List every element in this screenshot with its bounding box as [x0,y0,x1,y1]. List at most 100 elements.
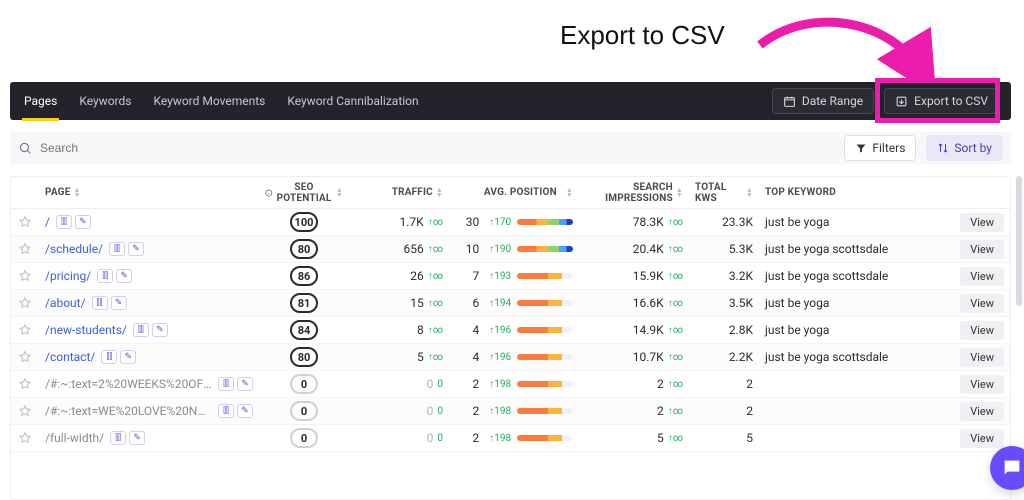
table-row: /full-width/⫿⫿✎0002↑1985↑∞5View [11,425,1010,452]
edit-icon[interactable]: ✎ [120,350,136,364]
position-bar [517,327,573,333]
impr-trend: ↑∞ [668,244,683,255]
th-page[interactable]: PAGE▲▼ [39,187,259,198]
edit-icon[interactable]: ✎ [111,296,127,310]
th-total-kws[interactable]: TOTAL KWS▲▼ [689,182,759,204]
star-cell[interactable] [11,296,39,310]
th-traffic[interactable]: TRAFFIC▲▼ [349,187,449,198]
page-link[interactable]: /contact/ [45,350,95,364]
page-link[interactable]: /new-students/ [45,323,127,337]
seo-potential-ring: 100 [290,212,318,232]
page-cell: /about/ ⫿⫿✎ [39,296,259,310]
tabs-bar: Pages Keywords Keyword Movements Keyword… [10,82,1011,120]
impressions-cell: 5↑∞ [579,431,689,445]
chart-icon[interactable]: ⫿⫿ [110,431,126,445]
star-cell[interactable] [11,215,39,229]
view-cell: View [952,267,1010,286]
tab-pages[interactable]: Pages [22,82,59,120]
annotation-label: Export to CSV [560,20,725,51]
impr-trend: ↑∞ [668,217,683,228]
page-link[interactable]: /full-width/ [45,431,104,445]
impr-trend: ↑∞ [668,433,683,444]
traffic-cell: 8↑∞ [349,323,449,337]
scrollbar[interactable] [1016,176,1022,306]
topkw-cell: just be yoga scottsdale [759,350,952,364]
page-link[interactable]: /#:~:text=WE%20LOVE%20NEW%20STUDE... [45,404,212,418]
tab-keyword-cannibalization[interactable]: Keyword Cannibalization [285,82,420,120]
page-action-icons: ⫿⫿✎ [101,350,136,364]
seo-potential-ring: 0 [290,401,318,421]
view-button[interactable]: View [960,402,1004,421]
chart-icon[interactable]: ⫿⫿ [101,350,117,364]
search-input[interactable] [40,141,240,155]
avgpos-trend: ↑198 [489,433,511,444]
chart-icon[interactable]: ⫿⫿ [133,323,149,337]
sort-label: Sort by [954,141,992,155]
impressions-cell: 16.6K↑∞ [579,296,689,310]
star-cell[interactable] [11,350,39,364]
chart-icon[interactable]: ⫿⫿ [109,242,125,256]
view-button[interactable]: View [960,429,1004,448]
view-button[interactable]: View [960,348,1004,367]
th-search-impressions[interactable]: SEARCH IMPRESSIONS▲▼ [579,182,689,204]
date-range-button[interactable]: Date Range [772,88,874,114]
view-button[interactable]: View [960,267,1004,286]
th-avg-position[interactable]: AVG. POSITION▲▼ [449,187,579,198]
star-cell[interactable] [11,377,39,391]
chat-icon [1001,457,1023,479]
edit-icon[interactable]: ✎ [237,377,253,391]
view-button[interactable]: View [960,321,1004,340]
filters-button[interactable]: Filters [844,135,916,161]
tab-keywords[interactable]: Keywords [77,82,133,120]
topkw-cell: just be yoga [759,215,952,229]
th-seo-potential[interactable]: SEO POTENTIAL▲▼ [259,182,349,204]
edit-icon[interactable]: ✎ [129,431,145,445]
view-button[interactable]: View [960,375,1004,394]
view-cell: View [952,375,1010,394]
chart-icon[interactable]: ⫿⫿ [97,269,113,283]
table-row: /contact/⫿⫿✎805↑∞4↑19610.7K↑∞2.2Kjust be… [11,344,1010,371]
page-link[interactable]: /#:~:text=2%20WEEKS%20OF%20UNLIMIT... [45,377,212,391]
page-action-icons: ⫿⫿✎ [110,431,145,445]
edit-icon[interactable]: ✎ [128,242,144,256]
star-cell[interactable] [11,242,39,256]
star-cell[interactable] [11,431,39,445]
page-action-icons: ⫿⫿✎ [109,242,144,256]
view-button[interactable]: View [960,213,1004,232]
view-button[interactable]: View [960,240,1004,259]
topkw-cell: just be yoga scottsdale [759,242,952,256]
edit-icon[interactable]: ✎ [152,323,168,337]
page-link[interactable]: /pricing/ [45,269,91,283]
table-row: /#:~:text=2%20WEEKS%20OF%20UNLIMIT... ⫿⫿✎… [11,371,1010,398]
edit-icon[interactable]: ✎ [116,269,132,283]
avgpos-trend: ↑196 [489,325,511,336]
page-link[interactable]: / [45,215,50,229]
edit-icon[interactable]: ✎ [237,404,253,418]
traffic-trend: ↑∞ [428,271,443,282]
table-body: /⫿⫿✎1001.7K↑∞30↑17078.3K↑∞23.3Kjust be y… [11,209,1010,452]
sort-button[interactable]: Sort by [926,135,1003,161]
chart-icon[interactable]: ⫿⫿ [218,404,234,418]
star-cell[interactable] [11,323,39,337]
page-link[interactable]: /about/ [45,296,86,310]
chart-icon[interactable]: ⫿⫿ [218,377,234,391]
kws-cell: 23.3K [689,215,759,229]
export-csv-button[interactable]: Export to CSV [884,88,999,114]
view-button[interactable]: View [960,294,1004,313]
star-cell[interactable] [11,269,39,283]
seo-cell: 0 [259,401,349,421]
tab-keyword-movements[interactable]: Keyword Movements [151,82,267,120]
table-row: /#:~:text=WE%20LOVE%20NEW%20STUDE... ⫿⫿✎ 0… [11,398,1010,425]
chart-icon[interactable]: ⫿⫿ [56,215,72,229]
seo-cell: 80 [259,239,349,259]
filters-label: Filters [872,141,905,155]
chart-icon[interactable]: ⫿⫿ [92,296,108,310]
th-top-keyword[interactable]: TOP KEYWORD [759,187,952,198]
traffic-cell: 656↑∞ [349,242,449,256]
page-link[interactable]: /schedule/ [45,242,103,256]
star-cell[interactable] [11,404,39,418]
seo-cell: 100 [259,212,349,232]
seo-potential-ring: 84 [290,320,318,340]
edit-icon[interactable]: ✎ [75,215,91,229]
avgpos-cell: 10↑190 [449,242,579,256]
